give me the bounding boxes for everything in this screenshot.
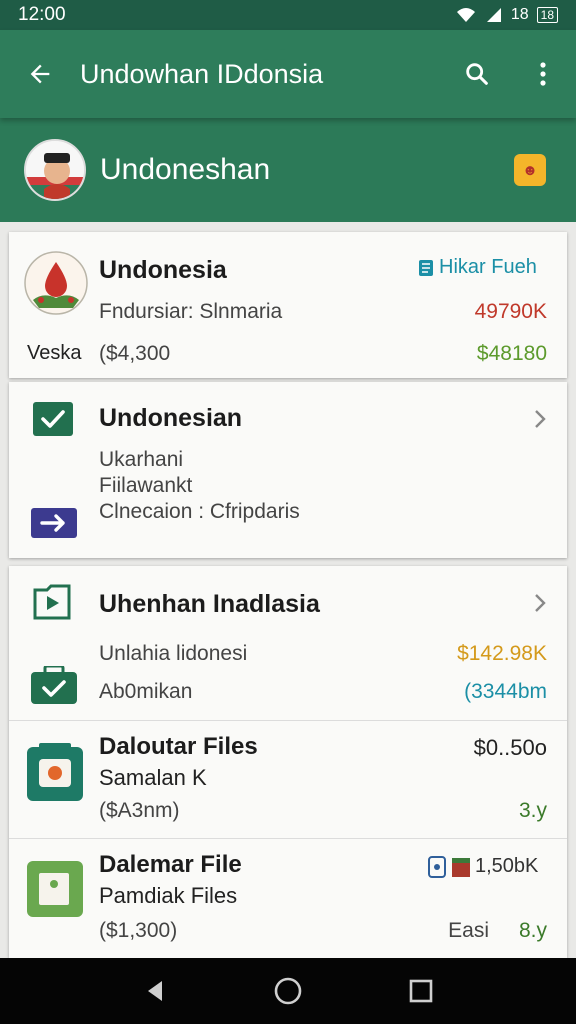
more-options-button[interactable] (510, 60, 576, 88)
app-bar: Undowhan IDdonsia (0, 30, 576, 118)
notification-badge-icon[interactable]: ☻ (514, 154, 546, 186)
card-title: Undonesian (99, 404, 243, 432)
chevron-right-icon[interactable] (533, 408, 547, 430)
badge-text: ☻ (522, 161, 538, 179)
file-value: $0..50o (473, 735, 547, 760)
app-title: Undowhan IDdonsia (80, 58, 324, 89)
card-label: Veska (27, 342, 82, 364)
check-icon (33, 402, 73, 436)
file-meta: ($1,300) (99, 919, 178, 942)
battery-icon: 18 (536, 7, 558, 23)
more-vert-icon (540, 62, 546, 86)
document-icon (419, 259, 433, 276)
signal-icon (486, 8, 501, 22)
card-line-1-value: $142.98K (457, 642, 547, 665)
phone-icon (428, 855, 446, 878)
file-subtitle: Pamdiak Files (99, 883, 238, 908)
card-title: Uhenhan Inadlasia (99, 590, 320, 618)
bag-check-icon (31, 666, 77, 704)
file-tag: Easi (448, 919, 489, 942)
files-card: Uhenhan Inadlasia Unlahia lidonesi $142.… (9, 566, 567, 958)
search-icon (466, 63, 488, 85)
search-button[interactable] (444, 60, 510, 88)
card-amount: ($4,300 (99, 342, 171, 365)
card-tag-label: Hikar Fueh (439, 256, 537, 278)
file-title: Daloutar Files (99, 733, 258, 760)
summary-card[interactable]: Undonesia Fndursiar: Slnmaria Veska ($4,… (9, 232, 567, 378)
file-title: Dalemar File (99, 851, 242, 878)
network-label: 18 (510, 6, 529, 23)
card-value-green: $48180 (476, 342, 547, 365)
file-subtitle: Samalan K (99, 765, 207, 790)
card-line-1: Unlahia lidonesi (99, 642, 248, 665)
back-button[interactable] (0, 60, 80, 88)
file-type-icons: 1,50bK (427, 855, 538, 878)
file-row[interactable]: Daloutar Files Samalan K ($A3nm) $0..50o… (9, 721, 567, 837)
profile-header: Undoneshan ☻ (0, 118, 576, 222)
image-file-icon (27, 861, 83, 917)
file-row[interactable]: Dalemar File Pamdiak Files ($1,300) 1,50… (9, 839, 567, 957)
card-line-2: Fiilawankt (99, 474, 193, 497)
system-nav-bar (0, 958, 576, 1024)
file-value: 1,50bK (475, 855, 539, 877)
arrow-back-icon (30, 64, 50, 84)
card-line-1: Ukarhani (99, 448, 184, 471)
gift-icon (452, 857, 470, 877)
blood-drop-logo-icon (24, 251, 88, 315)
detail-card[interactable]: Undonesian Ukarhani Fiilawankt Clnecaion… (9, 382, 567, 558)
nav-recents-icon[interactable] (408, 978, 434, 1004)
wifi-icon (456, 8, 475, 22)
forward-icon (31, 508, 77, 538)
card-tag: Hikar Fueh (417, 256, 537, 279)
card-title: Undonesia (99, 256, 227, 284)
avatar-image (26, 141, 84, 199)
card-line-2-value: (3344bm (464, 680, 547, 703)
status-bar: 12:00 18 18 (0, 0, 576, 30)
card-value-red: 49790K (474, 300, 547, 323)
avatar[interactable] (24, 139, 86, 201)
nav-back-icon[interactable] (142, 978, 168, 1004)
status-icons: 18 18 (455, 6, 558, 24)
status-time: 12:00 (18, 4, 66, 25)
file-age: 8.y (518, 919, 547, 942)
nav-home-icon[interactable] (273, 976, 303, 1006)
card-subtitle: Fndursiar: Slnmaria (99, 300, 283, 323)
chevron-right-icon[interactable] (533, 592, 547, 614)
profile-name: Undoneshan (100, 153, 271, 186)
folder-play-icon (33, 584, 71, 620)
card-line-3: Clnecaion : Cfripdaris (99, 500, 300, 523)
file-age: 3.y (518, 799, 547, 822)
file-meta: ($A3nm) (99, 799, 180, 822)
card-line-2: Ab0mikan (99, 680, 193, 703)
camera-file-icon (27, 743, 83, 801)
